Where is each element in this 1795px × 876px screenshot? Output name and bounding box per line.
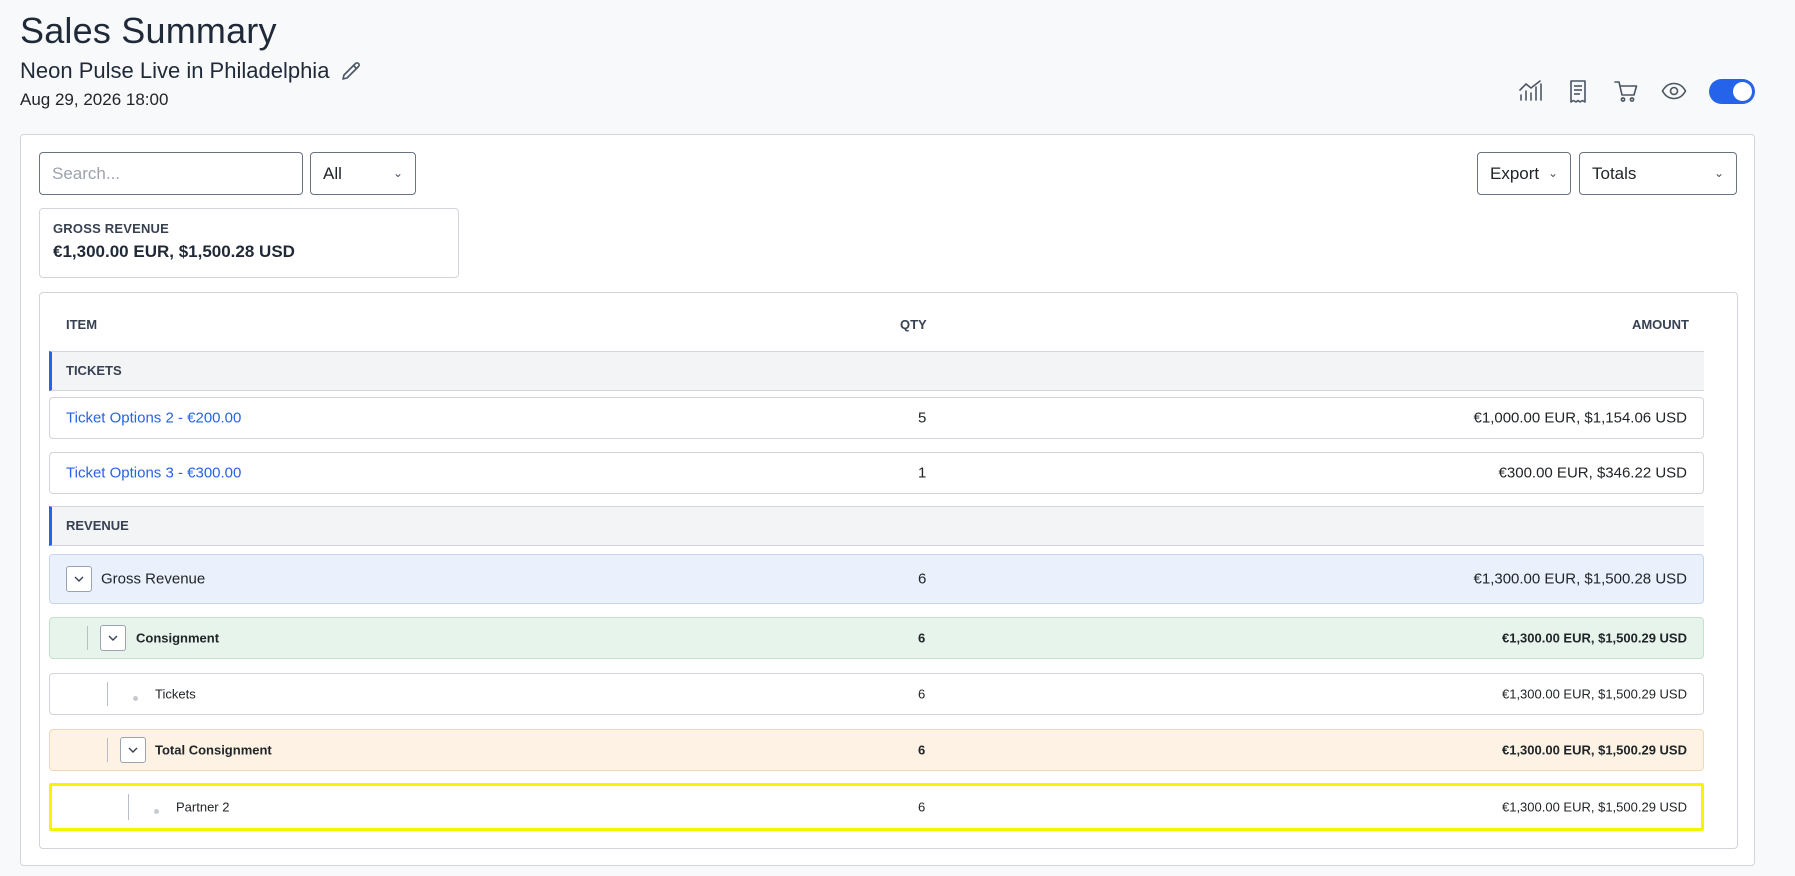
row-amount: €1,300.00 EUR, $1,500.29 USD [1501, 630, 1687, 646]
section-header-revenue: REVENUE [49, 506, 1704, 546]
table-row-total-consignment: Total Consignment 6 €1,300.00 EUR, $1,50… [49, 729, 1704, 771]
event-date: Aug 29, 2026 18:00 [20, 90, 169, 109]
ticket-option-link[interactable]: Ticket Options 3 - €300.00 [66, 465, 241, 482]
chevron-down-icon [74, 576, 84, 582]
chevron-down-icon [108, 635, 118, 641]
row-qty: 6 [918, 799, 926, 815]
row-qty: 1 [918, 464, 927, 482]
row-name: Consignment [136, 630, 220, 646]
row-amount: €300.00 EUR, $346.22 USD [1498, 464, 1687, 482]
search-input[interactable] [39, 152, 303, 195]
table-row-consignment: Consignment 6 €1,300.00 EUR, $1,500.29 U… [49, 617, 1704, 659]
collapse-toggle-button[interactable] [66, 566, 92, 592]
receipt-icon[interactable] [1565, 78, 1591, 104]
gross-revenue-card: GROSS REVENUE €1,300.00 EUR, $1,500.28 U… [39, 208, 459, 278]
bullet-dot-icon [154, 809, 159, 814]
view-toggle[interactable] [1709, 78, 1755, 104]
bullet-dot-icon [133, 696, 138, 701]
tree-line [128, 794, 129, 820]
eye-icon[interactable] [1661, 78, 1687, 104]
sales-table: ITEM QTY AMOUNT TICKETS Ticket Options 2… [39, 292, 1738, 849]
cart-icon[interactable] [1613, 78, 1639, 104]
export-dropdown-label: Export [1490, 163, 1540, 183]
table-row: Ticket Options 2 - €200.00 5 €1,000.00 E… [49, 397, 1704, 439]
section-label: TICKETS [66, 363, 122, 378]
export-dropdown[interactable]: Export ⌄ [1477, 152, 1571, 195]
row-qty: 5 [918, 409, 927, 427]
collapse-toggle-button[interactable] [100, 625, 126, 651]
chevron-down-icon: ⌄ [1713, 166, 1724, 180]
table-row-tickets: Tickets 6 €1,300.00 EUR, $1,500.29 USD [49, 673, 1704, 715]
column-header-item: ITEM [66, 317, 98, 332]
tree-line [87, 626, 88, 650]
table-row: Ticket Options 3 - €300.00 1 €300.00 EUR… [49, 452, 1704, 494]
row-name: Gross Revenue [101, 570, 206, 588]
row-amount: €1,300.00 EUR, $1,500.29 USD [1501, 686, 1687, 702]
filter-select[interactable]: All ⌄ [310, 152, 416, 195]
totals-select-value: Totals [1592, 163, 1637, 183]
chevron-down-icon: ⌄ [392, 166, 403, 180]
row-qty: 6 [918, 742, 926, 758]
tree-line [107, 738, 108, 762]
collapse-toggle-button[interactable] [120, 737, 146, 763]
ticket-option-link[interactable]: Ticket Options 2 - €200.00 [66, 410, 241, 427]
table-row-gross-revenue: Gross Revenue 6 €1,300.00 EUR, $1,500.28… [49, 554, 1704, 604]
main-panel: All ⌄ Export ⌄ Totals ⌄ GROSS REVENUE €1… [20, 134, 1755, 866]
totals-select[interactable]: Totals ⌄ [1579, 152, 1737, 195]
table-row-partner: Partner 2 6 €1,300.00 EUR, $1,500.29 USD [49, 783, 1704, 831]
filter-select-value: All [323, 163, 342, 183]
section-header-tickets: TICKETS [49, 351, 1704, 391]
row-name: Tickets [155, 686, 196, 702]
row-amount: €1,300.00 EUR, $1,500.28 USD [1473, 570, 1687, 588]
event-name-row: Neon Pulse Live in Philadelphia [20, 58, 363, 84]
row-amount: €1,300.00 EUR, $1,500.29 USD [1501, 799, 1687, 815]
section-label: REVENUE [66, 518, 129, 533]
row-amount: €1,300.00 EUR, $1,500.29 USD [1501, 742, 1687, 758]
column-header-amount: AMOUNT [1631, 317, 1689, 332]
chevron-down-icon: ⌄ [1547, 166, 1558, 180]
gross-revenue-value: €1,300.00 EUR, $1,500.28 USD [53, 242, 295, 261]
row-name: Total Consignment [155, 742, 272, 758]
row-qty: 6 [918, 570, 927, 588]
row-amount: €1,000.00 EUR, $1,154.06 USD [1473, 409, 1687, 427]
gross-revenue-label: GROSS REVENUE [53, 221, 170, 236]
row-name: Partner 2 [176, 799, 230, 815]
analytics-chart-icon[interactable] [1517, 78, 1543, 104]
tree-line [107, 682, 108, 706]
toolbar [1517, 78, 1755, 104]
row-qty: 6 [918, 630, 926, 646]
row-qty: 6 [918, 686, 926, 702]
event-name: Neon Pulse Live in Philadelphia [20, 58, 330, 83]
column-header-qty: QTY [900, 317, 927, 332]
page-title: Sales Summary [20, 10, 277, 51]
chevron-down-icon [128, 747, 138, 753]
pencil-edit-icon[interactable] [339, 59, 363, 83]
